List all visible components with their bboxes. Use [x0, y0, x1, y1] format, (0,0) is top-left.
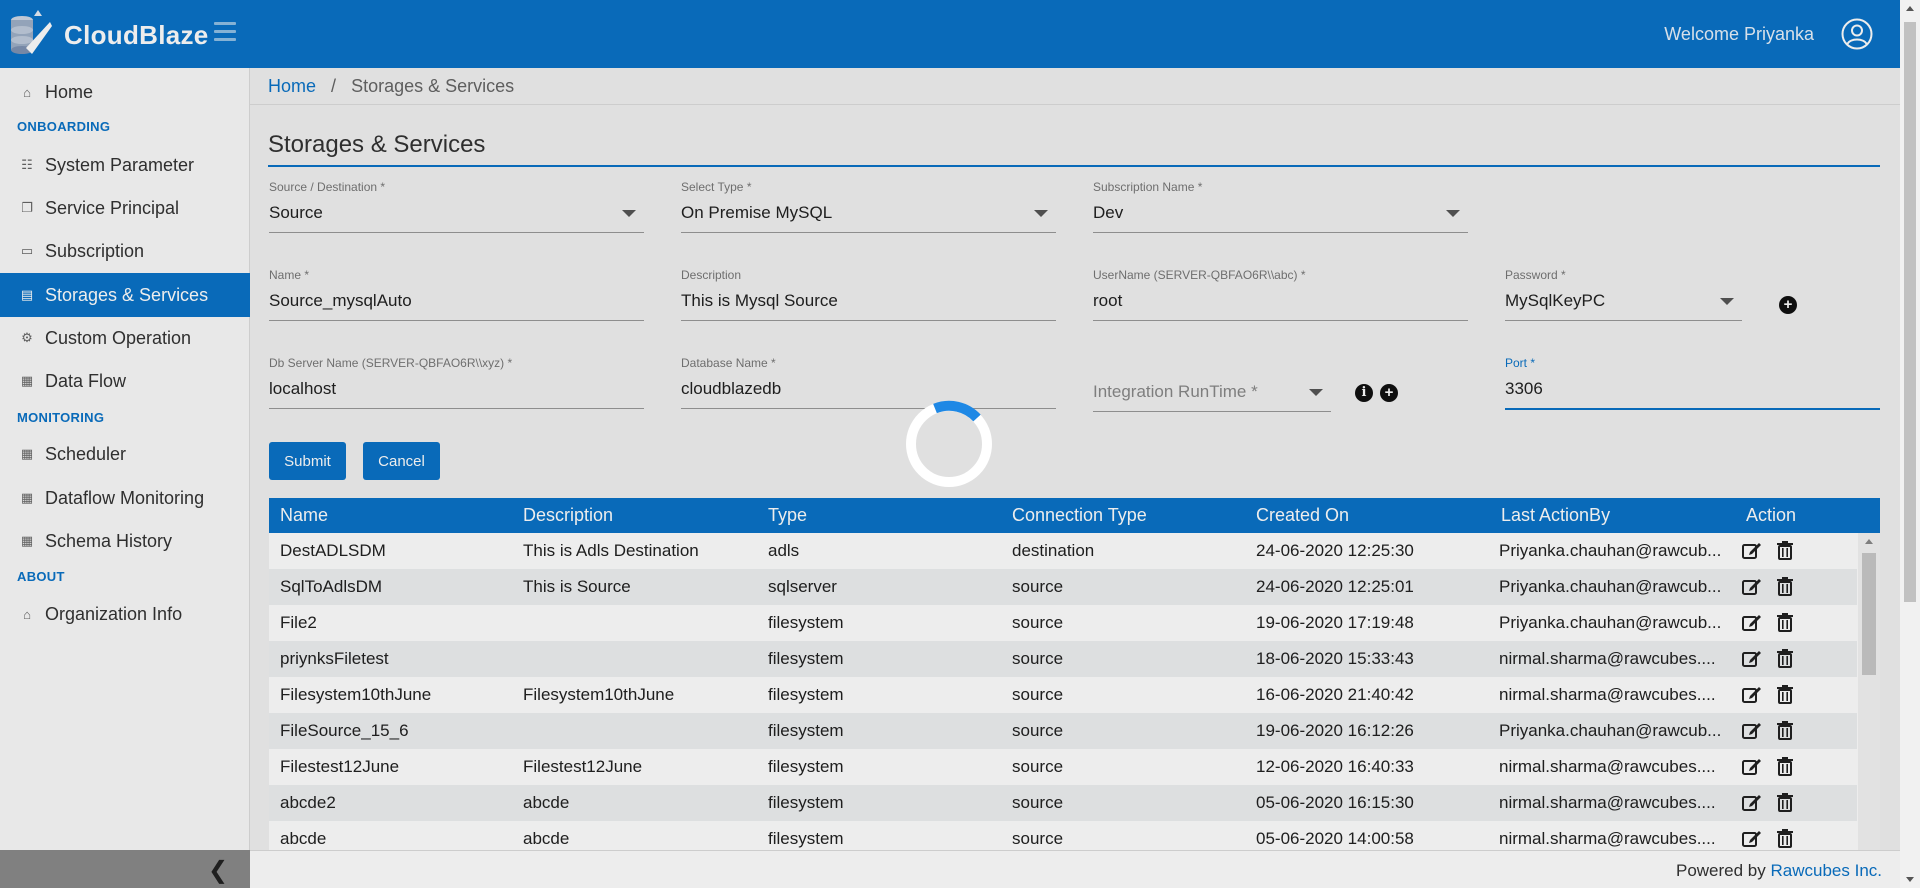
loading-spinner-icon	[906, 400, 992, 487]
scroll-down-icon[interactable]	[1906, 877, 1914, 882]
page-scrollbar[interactable]	[1900, 0, 1920, 888]
scroll-up-icon[interactable]	[1906, 6, 1914, 11]
page-scroll-thumb[interactable]	[1904, 22, 1916, 602]
